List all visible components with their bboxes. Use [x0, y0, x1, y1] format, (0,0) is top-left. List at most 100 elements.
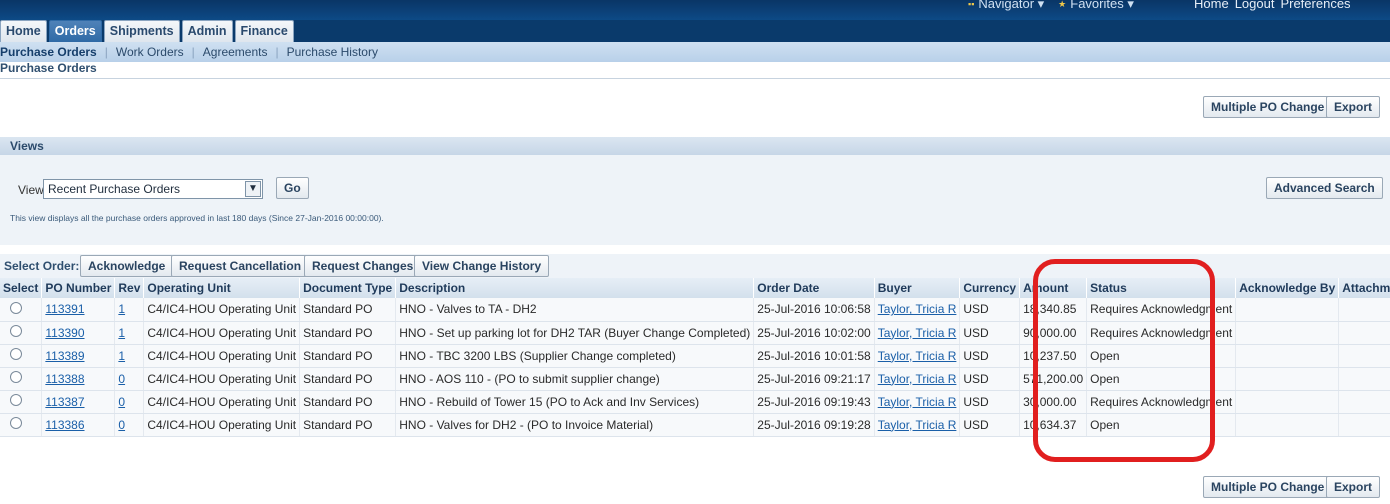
tab-orders[interactable]: Orders: [48, 20, 102, 42]
status-cell: Requires Acknowledgment: [1086, 298, 1237, 322]
row-select-cell: [0, 390, 43, 414]
currency-cell: USD: [959, 390, 1021, 414]
export-button-bottom[interactable]: Export: [1326, 476, 1381, 498]
rev-link[interactable]: 0: [118, 418, 125, 432]
col-amount[interactable]: Amount: [1019, 278, 1088, 298]
rev-link[interactable]: 1: [118, 302, 125, 316]
description-cell: HNO - Valves to TA - DH2: [395, 298, 755, 322]
description-cell: HNO - Valves for DH2 - (PO to Invoice Ma…: [395, 413, 755, 437]
row-radio[interactable]: [10, 301, 22, 314]
rev-cell: 1: [114, 298, 145, 322]
description-cell: HNO - TBC 3200 LBS (Supplier Change comp…: [395, 344, 755, 368]
tab-home[interactable]: Home: [0, 20, 47, 42]
po-number-link[interactable]: 113388: [45, 372, 84, 386]
rev-link[interactable]: 1: [118, 349, 125, 363]
rev-link[interactable]: 0: [118, 372, 125, 386]
po-number-cell: 113387: [41, 390, 116, 414]
table-row: 113387 0 C4/IC4-HOU Operating Unit Stand…: [0, 390, 1390, 414]
col-attachments: Attachments: [1338, 278, 1390, 298]
attachments-cell: [1338, 390, 1390, 414]
col-status[interactable]: Status: [1086, 278, 1237, 298]
po-number-link[interactable]: 113387: [45, 395, 84, 409]
acknowledge-by-cell: [1235, 344, 1340, 368]
po-number-cell: 113388: [41, 367, 116, 391]
request-cancellation-button[interactable]: Request Cancellation: [171, 255, 310, 277]
acknowledge-by-cell: [1235, 298, 1340, 322]
document-type-cell: Standard PO: [299, 367, 397, 391]
rev-link[interactable]: 0: [118, 395, 125, 409]
col-order-date[interactable]: Order Date: [753, 278, 875, 298]
rev-link[interactable]: 1: [118, 326, 125, 340]
row-radio[interactable]: [10, 394, 22, 406]
logout-link[interactable]: Logout: [1235, 0, 1275, 11]
operating-unit-cell: C4/IC4-HOU Operating Unit: [143, 413, 301, 437]
home-link[interactable]: Home: [1194, 0, 1229, 11]
row-radio[interactable]: [10, 371, 22, 383]
order-date-cell: 25-Jul-2016 09:19:28: [753, 413, 875, 437]
row-radio[interactable]: [10, 325, 22, 337]
row-radio[interactable]: [10, 348, 22, 360]
col-currency[interactable]: Currency: [959, 278, 1021, 298]
subnav-agreements[interactable]: Agreements: [195, 45, 276, 59]
export-button[interactable]: Export: [1326, 96, 1381, 118]
po-number-cell: 113391: [41, 298, 116, 322]
document-type-cell: Standard PO: [299, 298, 397, 322]
main-content: Purchase Orders Multiple PO Change Expor…: [0, 61, 1390, 504]
po-number-link[interactable]: 113389: [45, 349, 84, 363]
favorites-menu[interactable]: ★ Favorites ▾: [1058, 0, 1134, 12]
description-cell: HNO - Set up parking lot for DH2 TAR (Bu…: [395, 321, 755, 345]
purchase-orders-table: Select PO Number Rev Operating Unit Docu…: [0, 278, 1390, 437]
col-rev[interactable]: Rev: [114, 278, 145, 298]
title-divider: [0, 78, 1390, 79]
buyer-link[interactable]: Taylor, Tricia R: [878, 395, 957, 409]
col-operating-unit[interactable]: Operating Unit: [143, 278, 301, 298]
global-header: ▪▪ Navigator ▾ ★ Favorites ▾ Home Logout…: [0, 0, 1390, 20]
view-change-history-button[interactable]: View Change History: [414, 255, 550, 277]
description-cell: HNO - Rebuild of Tower 15 (PO to Ack and…: [395, 390, 755, 414]
attachments-cell: [1338, 367, 1390, 391]
buyer-link[interactable]: Taylor, Tricia R: [878, 372, 957, 386]
buyer-link[interactable]: Taylor, Tricia R: [878, 418, 957, 432]
currency-cell: USD: [959, 321, 1021, 345]
status-cell: Requires Acknowledgment: [1086, 321, 1237, 345]
col-acknowledge-by[interactable]: Acknowledge By: [1235, 278, 1340, 298]
subnav-work-orders[interactable]: Work Orders: [108, 45, 192, 59]
tab-finance[interactable]: Finance: [234, 20, 294, 42]
select-order-label: Select Order:: [4, 259, 80, 273]
subnav-purchase-orders[interactable]: Purchase Orders: [0, 45, 105, 59]
acknowledge-button[interactable]: Acknowledge: [80, 255, 174, 277]
multiple-po-change-button-bottom[interactable]: Multiple PO Change: [1203, 476, 1333, 498]
buyer-link[interactable]: Taylor, Tricia R: [878, 302, 957, 316]
po-number-link[interactable]: 113391: [45, 302, 84, 316]
views-panel: View Recent Purchase Orders ▼ Go Advance…: [0, 155, 1390, 245]
amount-cell: 18,340.85: [1019, 298, 1088, 322]
row-radio[interactable]: [10, 417, 22, 429]
table-row: 113386 0 C4/IC4-HOU Operating Unit Stand…: [0, 413, 1390, 437]
col-po-number[interactable]: PO Number: [41, 278, 116, 298]
buyer-link[interactable]: Taylor, Tricia R: [878, 349, 957, 363]
row-select-cell: [0, 321, 43, 345]
main-tabs: Home Orders Shipments Admin Finance: [0, 20, 294, 42]
currency-cell: USD: [959, 413, 1021, 437]
view-select[interactable]: Recent Purchase Orders ▼: [43, 179, 263, 199]
buyer-link[interactable]: Taylor, Tricia R: [878, 326, 957, 340]
tab-admin[interactable]: Admin: [181, 20, 233, 42]
multiple-po-change-button[interactable]: Multiple PO Change: [1203, 96, 1333, 118]
col-description[interactable]: Description: [395, 278, 755, 298]
tab-shipments[interactable]: Shipments: [103, 20, 180, 42]
order-date-cell: 25-Jul-2016 09:19:43: [753, 390, 875, 414]
subnav-purchase-history[interactable]: Purchase History: [279, 45, 386, 59]
chevron-down-icon[interactable]: ▼: [245, 181, 261, 197]
view-selected-value: Recent Purchase Orders: [48, 182, 181, 196]
go-button[interactable]: Go: [276, 177, 309, 199]
amount-cell: 10,634.37: [1019, 413, 1088, 437]
advanced-search-button[interactable]: Advanced Search: [1266, 177, 1383, 199]
po-number-link[interactable]: 113386: [45, 418, 84, 432]
request-changes-button[interactable]: Request Changes: [304, 255, 422, 277]
col-buyer[interactable]: Buyer: [874, 278, 961, 298]
acknowledge-by-cell: [1235, 367, 1340, 391]
col-document-type[interactable]: Document Type: [299, 278, 397, 298]
po-number-link[interactable]: 113390: [45, 326, 84, 340]
preferences-link[interactable]: Preferences: [1280, 0, 1350, 11]
navigator-menu[interactable]: ▪▪ Navigator ▾: [968, 0, 1044, 12]
